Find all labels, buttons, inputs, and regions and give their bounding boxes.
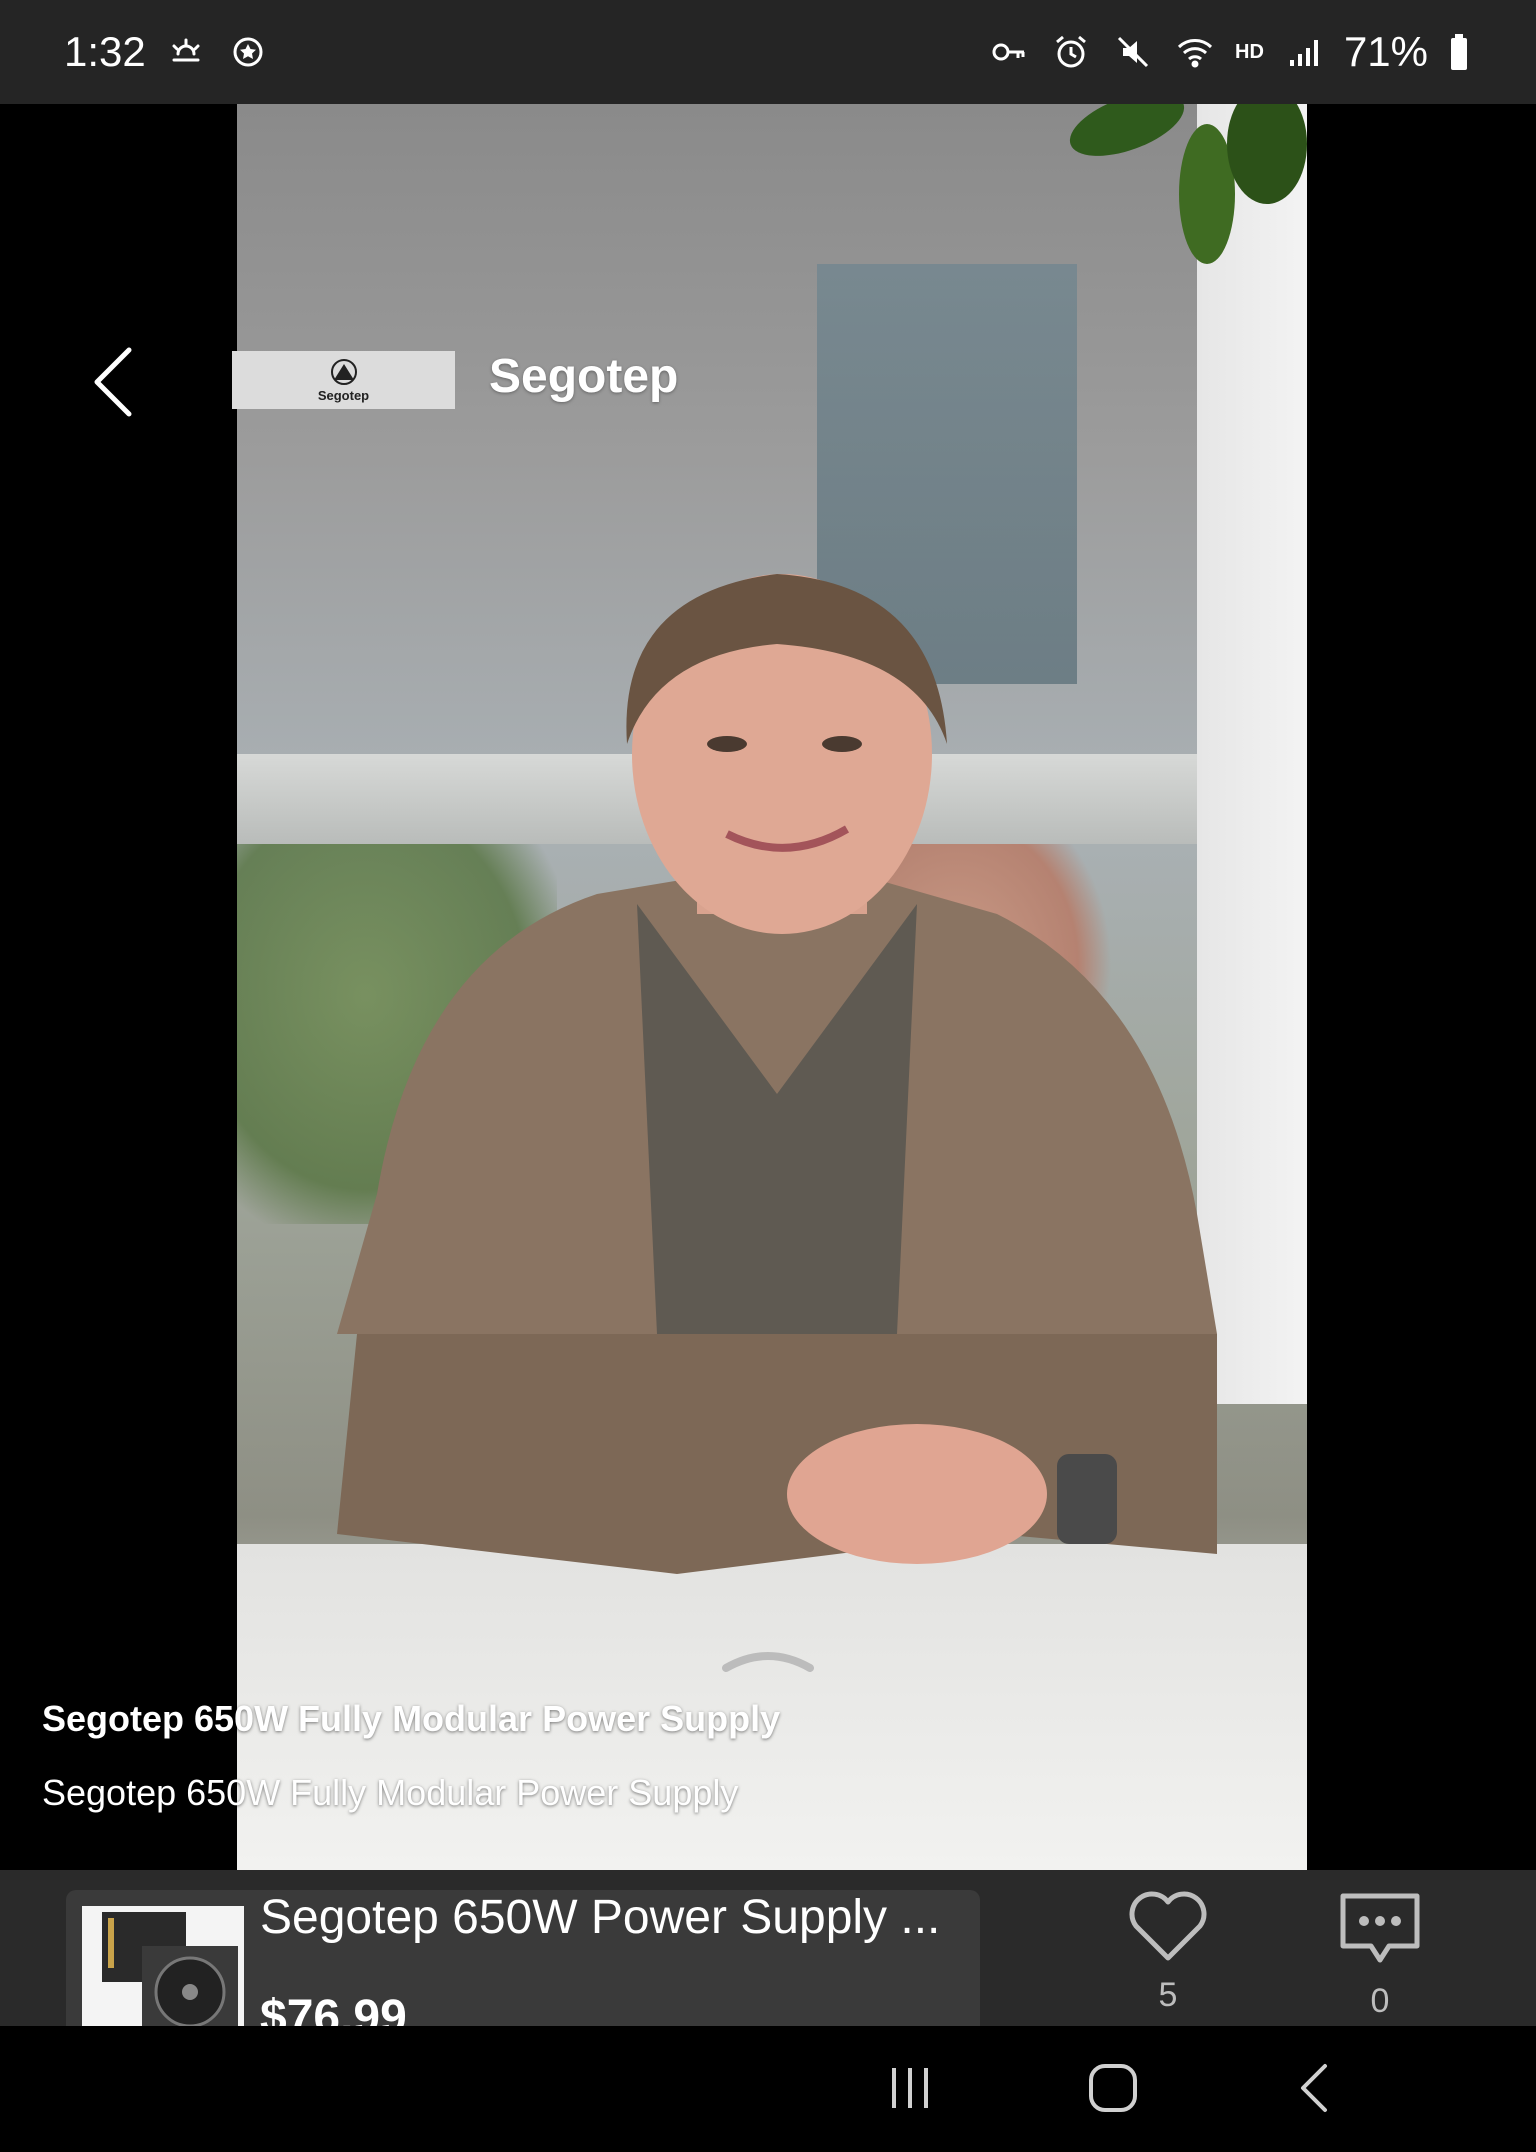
nav-back-button[interactable]: [1280, 2056, 1350, 2120]
like-count: 5: [1158, 1976, 1178, 2014]
home-icon: [1089, 2064, 1137, 2112]
product-price: $76.99: [260, 1991, 407, 2026]
product-title: Segotep 650W Power Supply ...: [260, 1891, 941, 1944]
recent-apps-button[interactable]: [875, 2056, 945, 2120]
product-bar: Segotep 650W Power Supply ... $76.99 5 0: [0, 1870, 1536, 2026]
comment-icon: [1340, 1893, 1420, 1963]
alarm-icon: [1049, 30, 1093, 74]
status-bar: 1:32 HD 71%: [0, 0, 1536, 104]
battery-icon: [1446, 30, 1472, 74]
product-thumbnail: [82, 1906, 244, 2026]
back-icon: [1301, 2064, 1327, 2112]
recent-apps-icon: [892, 2068, 928, 2108]
brand-name[interactable]: Segotep: [489, 349, 678, 404]
like-button[interactable]: 5: [1122, 1890, 1214, 2026]
product-card[interactable]: Segotep 650W Power Supply ... $76.99: [66, 1890, 980, 2026]
wifi-icon: [1173, 30, 1217, 74]
chevron-left-icon: [94, 347, 132, 417]
status-left: 1:32: [64, 28, 270, 76]
hd-label: HD: [1235, 40, 1264, 63]
status-time: 1:32: [64, 28, 146, 75]
logo-text: Segotep: [317, 387, 370, 403]
back-button[interactable]: [80, 340, 144, 424]
plant-leaves: [1069, 104, 1307, 264]
battery-percent: 71%: [1343, 28, 1428, 75]
mute-icon: [1111, 30, 1155, 74]
heart-icon: [1129, 1891, 1207, 1961]
weather-icon: [164, 30, 208, 74]
signal-icon: [1282, 30, 1326, 74]
home-button[interactable]: [1078, 2056, 1148, 2120]
system-nav-bar: [0, 2026, 1536, 2152]
swipe-up-handle-icon[interactable]: [720, 1644, 816, 1674]
comment-button[interactable]: 0: [1334, 1890, 1426, 2026]
status-right: HD 71%: [987, 28, 1472, 76]
video-caption-title: Segotep 650W Fully Modular Power Supply: [42, 1698, 781, 1739]
speaker-person: [337, 574, 1217, 1574]
vpn-key-icon: [987, 30, 1031, 74]
comment-count: 0: [1370, 1982, 1390, 2020]
power-supply-image: [102, 1912, 238, 2026]
segotep-logo-icon: [330, 358, 357, 385]
brand-logo[interactable]: Segotep: [232, 351, 455, 409]
video-player[interactable]: Segotep Segotep Segotep 650W Fully Modul…: [0, 104, 1536, 1870]
video-caption-subtitle: Segotep 650W Fully Modular Power Supply: [42, 1772, 739, 1813]
settings-badge-icon: [226, 30, 270, 74]
